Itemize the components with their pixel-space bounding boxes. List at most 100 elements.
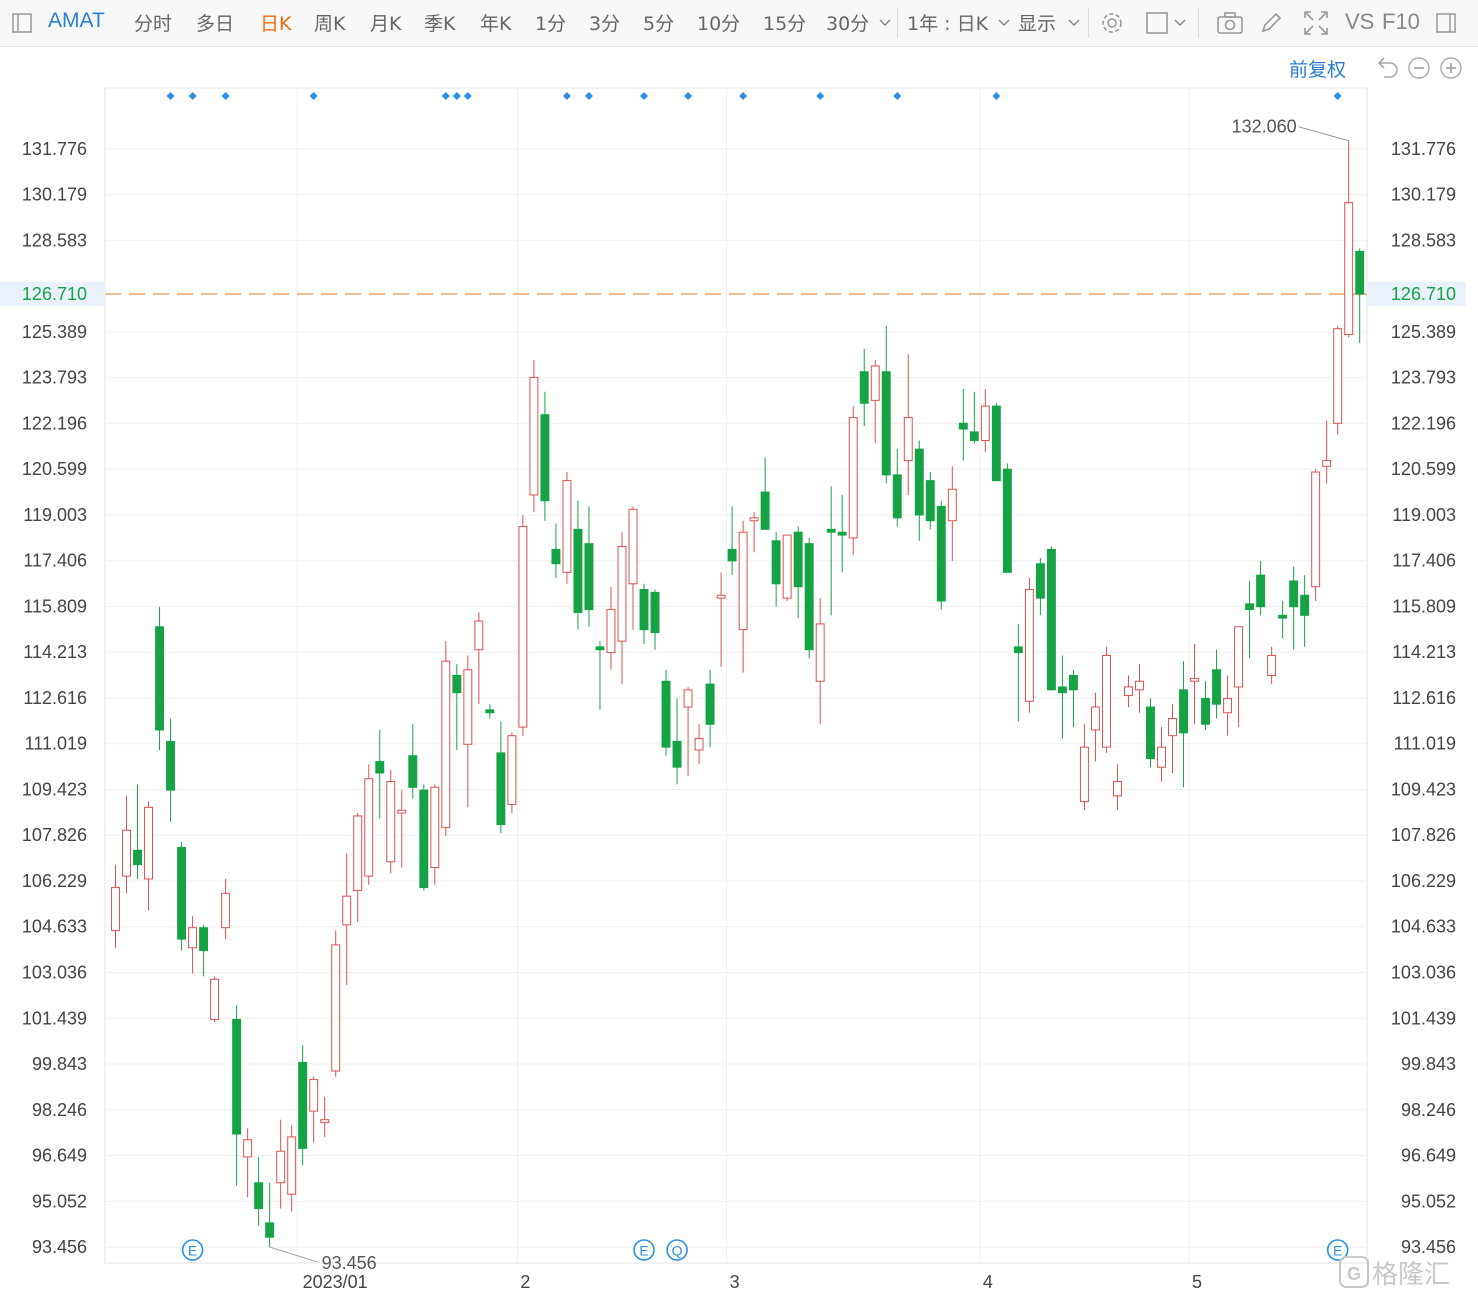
candle-down <box>760 491 770 530</box>
candle-down <box>661 680 671 748</box>
y-tick-label-left: 111.019 <box>25 734 87 754</box>
candle-up <box>1124 686 1133 697</box>
dividend-marker-icon[interactable] <box>452 92 461 100</box>
plot-frame <box>104 87 1368 1264</box>
candle-up <box>694 738 704 751</box>
candle-down <box>1245 603 1255 611</box>
candle-up <box>1135 680 1144 691</box>
dividend-marker-icon[interactable] <box>463 92 472 100</box>
candle-down <box>914 448 924 516</box>
dividend-marker-icon[interactable] <box>1333 92 1342 100</box>
y-tick-label-right: 114.213 <box>1392 642 1456 662</box>
y-tick-label-left: 109.423 <box>22 779 87 799</box>
candle-up <box>430 786 440 869</box>
candle-down <box>265 1222 275 1238</box>
candle-up <box>353 815 363 891</box>
y-tick-label-left: 126.710 <box>22 284 87 304</box>
dividend-marker-icon[interactable] <box>684 92 693 100</box>
candle-down <box>177 846 187 940</box>
candle-up <box>210 978 220 1020</box>
dividend-marker-icon[interactable] <box>441 92 450 100</box>
candle-up <box>1157 746 1166 768</box>
candle-up <box>331 944 341 1072</box>
candle-down <box>496 752 506 826</box>
dividend-marker-icon[interactable] <box>584 92 593 100</box>
candle-up <box>188 927 198 949</box>
y-tick-label-right: 107.826 <box>1391 825 1456 845</box>
y-tick-label-right: 123.793 <box>1391 368 1456 388</box>
y-tick-label-right: 125.389 <box>1391 322 1456 342</box>
candle-up <box>309 1079 319 1112</box>
candle-down <box>639 589 649 631</box>
candle-down <box>771 540 781 585</box>
dividend-marker-icon[interactable] <box>221 92 230 100</box>
candle-down <box>551 548 561 565</box>
y-tick-label-right: 103.036 <box>1391 963 1456 983</box>
candle-up <box>243 1139 253 1158</box>
candle-down <box>958 422 968 430</box>
candle-up <box>815 623 825 682</box>
dividend-marker-icon[interactable] <box>640 92 649 100</box>
y-tick-label-right: 99.843 <box>1401 1054 1456 1074</box>
y-tick-label-right: 120.599 <box>1391 459 1456 479</box>
low-price-label: 93.456 <box>322 1253 377 1273</box>
candle-down <box>1146 706 1155 760</box>
y-tick-label-right: 126.710 <box>1391 284 1456 304</box>
candle-up <box>1024 589 1034 702</box>
candle-down <box>408 755 418 788</box>
candle-down <box>892 474 902 519</box>
candle-down <box>1355 250 1365 295</box>
y-tick-label-left: 107.826 <box>22 825 87 845</box>
candle-up <box>1223 697 1233 714</box>
candle-down <box>936 505 946 602</box>
candle-up <box>870 365 880 401</box>
dividend-marker-icon[interactable] <box>309 92 318 100</box>
candle-down <box>727 548 737 562</box>
candle-down <box>540 414 550 502</box>
candle-up <box>903 417 913 462</box>
y-tick-label-left: 101.439 <box>22 1008 87 1028</box>
candle-down <box>1057 686 1067 694</box>
candle-up <box>947 488 957 522</box>
dividend-marker-icon[interactable] <box>992 92 1001 100</box>
candle-down <box>1289 580 1299 608</box>
candle-up <box>111 887 120 932</box>
y-tick-label-left: 115.809 <box>23 596 87 616</box>
candle-up <box>1234 626 1244 688</box>
candle-up <box>1079 746 1089 803</box>
dividend-marker-icon[interactable] <box>816 92 825 100</box>
dividend-marker-icon[interactable] <box>188 92 197 100</box>
x-axis-label: 5 <box>1192 1272 1202 1292</box>
x-axis-label: 2 <box>520 1272 530 1292</box>
event-marker-label: Q <box>672 1243 683 1259</box>
candle-down <box>672 740 682 768</box>
y-tick-label-left: 104.633 <box>22 917 87 937</box>
high-price-label: 132.060 <box>1232 117 1297 137</box>
y-tick-label-left: 106.229 <box>22 871 87 891</box>
candle-down <box>1212 669 1222 705</box>
dividend-marker-icon[interactable] <box>562 92 571 100</box>
y-tick-label-left: 96.649 <box>32 1146 87 1166</box>
candle-up <box>276 1150 286 1184</box>
y-tick-label-right: 128.583 <box>1391 230 1456 250</box>
candle-down <box>485 709 495 714</box>
y-tick-label-right: 131.776 <box>1391 139 1456 159</box>
candle-up <box>474 620 484 651</box>
dividend-marker-icon[interactable] <box>739 92 748 100</box>
event-marker-label: E <box>639 1243 648 1259</box>
reset-icon[interactable] <box>1377 57 1398 78</box>
candle-down <box>925 480 935 522</box>
y-tick-label-right: 98.246 <box>1401 1100 1456 1120</box>
y-tick-label-left: 93.456 <box>32 1237 87 1257</box>
candle-down <box>837 531 847 536</box>
candle-down <box>1068 675 1078 691</box>
candle-up <box>441 660 451 828</box>
y-tick-label-right: 119.003 <box>1392 505 1456 525</box>
candle-down <box>452 675 462 694</box>
candle-up <box>1113 781 1122 797</box>
candle-up <box>342 895 352 926</box>
dividend-marker-icon[interactable] <box>166 92 175 100</box>
dividend-marker-icon[interactable] <box>893 92 902 100</box>
candle-up <box>848 417 858 539</box>
candle-up <box>782 534 792 599</box>
